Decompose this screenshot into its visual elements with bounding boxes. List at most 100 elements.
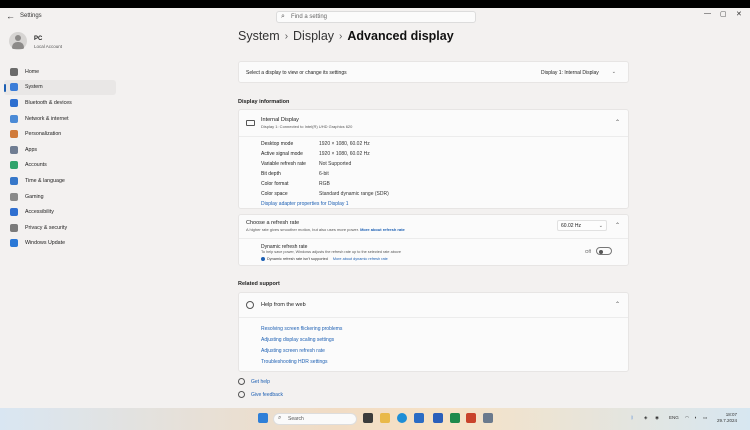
clock[interactable]: 18:07 29.7.2024 [717,412,737,424]
clock-globe-icon [10,176,18,185]
page-title: Advanced display [347,29,454,43]
sidebar-item-gaming[interactable]: Gaming [4,189,116,205]
toggle-state-label: Off [585,249,591,254]
wifi-icon[interactable]: ◠ [685,415,689,421]
taskbar-search[interactable]: ⌕ Search [273,413,357,425]
help-from-web-card: Help from the web ⌃ Resolving screen fli… [238,292,629,372]
defender-tray-icon[interactable]: ◈ [644,415,647,421]
property-value: Not Supported [319,161,352,167]
refresh-rate-value: 60.02 Hz [561,223,582,229]
sidebar-item-windows-update[interactable]: Windows Update [4,236,116,252]
language-indicator[interactable]: ENG [669,415,679,420]
sidebar-item-apps[interactable]: Apps [4,142,116,158]
sidebar-item-network-internet[interactable]: Network & internet [4,111,116,127]
help-link[interactable]: Adjusting screen refresh rate [261,348,325,354]
sidebar-item-label: Personalization [25,131,62,138]
chevron-up-icon[interactable]: ⌃ [615,222,620,229]
gamepad-icon [10,192,18,201]
help-link[interactable]: Resolving screen flickering problems [261,326,342,332]
get-help-link[interactable]: Get help [251,379,270,385]
close-button[interactable]: ✕ [736,10,742,18]
profile-name: PC [34,36,43,42]
bluetooth-tray-icon[interactable]: ᛒ [631,415,634,420]
property-key: Active signal mode [261,151,303,157]
help-link[interactable]: Troubleshooting HDR settings [261,359,328,365]
profile-account: Local Account [34,44,63,49]
related-support-heading: Related support [238,281,280,287]
give-feedback-row[interactable]: Give feedback [238,391,283,398]
property-key: Color format [261,181,289,187]
property-key: Variable refresh rate [261,161,306,167]
breadcrumb: System › Display › Advanced display [238,29,454,43]
display-select-dropdown[interactable]: Display 1: Internal Display ⌄ [537,67,619,78]
store-icon[interactable] [414,413,424,423]
property-value: Standard dynamic range (SDR) [319,191,389,197]
file-explorer-icon[interactable] [380,413,390,423]
property-row: Bit depth 6-bit [261,171,329,177]
taskbar: ⌕ Search ᛒ ◈ ◉ ENG ◠ ◖ ▭ 18:07 29.7.2024 [0,408,750,430]
feedback-icon [238,391,245,398]
sidebar-item-accessibility[interactable]: Accessibility [4,204,116,220]
apps-icon [10,145,18,154]
display-name: Internal Display [261,117,299,123]
breadcrumb-system[interactable]: System [238,29,280,43]
sidebar-item-privacy-security[interactable]: Privacy & security [4,220,116,236]
refresh-rate-more-link[interactable]: More about refresh rate [360,227,405,232]
sidebar-item-system[interactable]: System [4,79,116,96]
start-windows-icon[interactable] [258,413,268,423]
chevron-up-icon[interactable]: ⌃ [615,119,620,126]
clock-date: 29.7.2024 [717,418,738,423]
property-value: RGB [319,181,330,187]
property-key: Desktop mode [261,141,294,147]
dynamic-refresh-toggle[interactable] [596,247,612,255]
minimize-button[interactable]: — [704,10,711,17]
settings-gear-icon[interactable] [483,413,493,423]
accessibility-icon [10,208,18,217]
bluetooth-icon [10,98,18,107]
avatar[interactable] [9,32,27,50]
sidebar-item-label: Windows Update [25,240,66,247]
give-feedback-link[interactable]: Give feedback [251,392,283,398]
divider [239,136,628,137]
sidebar-item-label: Network & internet [25,115,69,122]
sidebar-item-time-language[interactable]: Time & language [4,173,116,189]
task-view-icon[interactable] [363,413,373,423]
maximize-button[interactable]: ▢ [720,10,727,18]
help-icon [238,378,245,385]
battery-icon[interactable]: ▭ [703,415,707,421]
chevron-up-icon[interactable]: ⌃ [615,301,620,308]
display-information-card: Internal Display Display 1: Connected to… [238,109,629,209]
edge-browser-icon[interactable] [397,413,407,423]
word-icon[interactable] [433,413,443,423]
refresh-rate-description: A higher rate gives smoother motion, but… [246,227,359,232]
property-row: Active signal mode 1920 × 1080, 60.02 Hz [261,151,370,157]
search-placeholder[interactable]: Find a setting [291,14,327,20]
settings-search[interactable]: ⌕ Find a setting [276,11,476,23]
back-arrow-icon[interactable]: ← [6,11,15,21]
help-link[interactable]: Adjusting display scaling settings [261,337,334,343]
help-from-web-title: Help from the web [261,302,306,308]
refresh-rate-dropdown[interactable]: 60.02 Hz ⌄ [557,220,607,231]
display-adapter-link[interactable]: Display adapter properties for Display 1 [261,201,349,207]
settings-window: ← Settings ⌕ Find a setting — ▢ ✕ PC Loc… [0,8,750,408]
breadcrumb-display[interactable]: Display [293,29,334,43]
volume-icon[interactable]: ◖ [694,415,697,420]
powerpoint-icon[interactable] [466,413,476,423]
dynamic-refresh-subtitle: To help save power, Windows adjusts the … [261,250,401,254]
sidebar-item-accounts[interactable]: Accounts [4,158,116,174]
refresh-rate-title: Choose a refresh rate [246,220,300,226]
get-help-row[interactable]: Get help [238,378,270,385]
sidebar-item-label: Privacy & security [25,224,68,231]
taskbar-search-placeholder[interactable]: Search [288,416,304,422]
sidebar-item-bluetooth-devices[interactable]: Bluetooth & devices [4,95,116,111]
sidebar-item-personalization[interactable]: Personalization [4,126,116,142]
property-row: Desktop mode 1920 × 1080, 60.02 Hz [261,141,370,147]
breadcrumb-separator: › [339,30,343,42]
dynamic-refresh-more-link[interactable]: More about dynamic refresh rate [333,257,388,261]
divider [239,317,628,318]
monitor-icon [246,120,255,126]
excel-icon[interactable] [450,413,460,423]
refresh-rate-card: Choose a refresh rate A higher rate give… [238,214,629,266]
sidebar-item-home[interactable]: Home [4,64,116,80]
tray-icon[interactable]: ◉ [655,415,659,421]
